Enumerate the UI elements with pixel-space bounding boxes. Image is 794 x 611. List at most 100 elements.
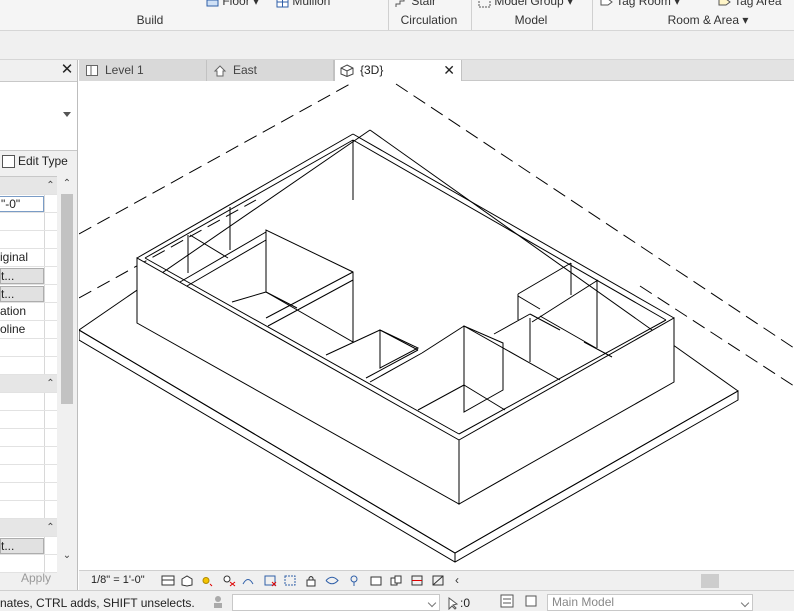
type-selector[interactable] (0, 81, 77, 151)
ribbon: Floor ▾ Mullion Stair Model Group ▾ Tag … (0, 0, 794, 31)
view-scale[interactable]: 1/8" = 1'-0" (91, 574, 145, 586)
workset-icon[interactable] (210, 594, 226, 609)
model-group-button[interactable]: Model Group ▾ (478, 0, 573, 8)
stair-button[interactable]: Stair (395, 0, 436, 8)
properties-scrollbar[interactable]: ⌃ ⌄ (58, 176, 76, 566)
property-group-header[interactable]: ⌃ (0, 375, 57, 393)
collapse-icon[interactable]: ⌃ (44, 519, 57, 536)
floor-plan-icon (86, 65, 98, 77)
edit-type-button[interactable]: Edit Type (2, 154, 68, 172)
filter-icon[interactable] (524, 594, 538, 608)
shadows-icon[interactable] (222, 574, 236, 587)
tab-level-1[interactable]: Level 1 (79, 60, 207, 81)
property-row[interactable]: t... (0, 267, 57, 285)
properties-grid: ⌃ "-0" iginal t... t... ation oline ⌃ ⌃ … (0, 176, 57, 573)
elevation-icon (213, 65, 227, 77)
analytical-model-icon[interactable] (431, 574, 445, 587)
floor-button[interactable]: Floor ▾ (206, 0, 259, 8)
horizontal-scroll-thumb[interactable] (701, 574, 719, 588)
chevron-down-icon: ▾ (742, 13, 749, 27)
collapse-icon[interactable]: ⌃ (44, 177, 57, 194)
editing-requests[interactable]: :0 (446, 596, 470, 611)
temporary-view-properties-icon[interactable] (369, 574, 383, 587)
property-row[interactable]: ation (0, 303, 57, 321)
property-group-header[interactable]: ⌃ (0, 177, 57, 195)
mullion-icon (276, 0, 289, 8)
mullion-button[interactable]: Mullion (276, 0, 330, 8)
property-edit-button[interactable]: t... (0, 538, 44, 554)
ribbon-divider (388, 0, 389, 30)
exterior-walls[interactable] (136, 133, 675, 505)
scroll-down-icon[interactable]: ⌄ (58, 548, 76, 564)
property-row[interactable]: "-0" (0, 195, 57, 213)
reveal-hidden-icon[interactable] (347, 574, 361, 587)
property-row[interactable] (0, 357, 57, 375)
chevron-down-icon[interactable] (63, 112, 71, 117)
property-row[interactable] (0, 465, 57, 483)
property-edit-button[interactable]: t... (0, 286, 44, 302)
model-group-icon (478, 0, 491, 8)
property-row[interactable]: iginal (0, 249, 57, 267)
chevron-left-icon[interactable]: ‹ (455, 573, 459, 587)
tag-area-button[interactable]: Tag Area (718, 0, 782, 8)
close-icon[interactable]: ✕ (60, 62, 74, 78)
property-row[interactable]: t... (0, 285, 57, 303)
status-bar: nates, CTRL adds, SHIFT unselects. :0 Ma… (0, 590, 794, 611)
render-icon[interactable] (241, 574, 255, 587)
model-panel-label[interactable]: Model (500, 13, 562, 27)
view-control-bar: 1/8" = 1'-0" ‹ (79, 570, 794, 590)
tag-room-button[interactable]: Tag Room ▾ (600, 0, 680, 8)
crop-view-icon[interactable] (263, 574, 277, 587)
workset-combo[interactable] (232, 594, 440, 611)
chevron-down-icon: ▾ (674, 0, 681, 8)
tag-area-icon (718, 0, 731, 6)
tag-icon (600, 0, 613, 6)
chevron-down-icon[interactable] (740, 598, 750, 608)
show-constraints-icon[interactable] (410, 574, 424, 587)
design-options-icon[interactable] (500, 594, 514, 608)
property-group-header[interactable]: ⌃ (0, 519, 57, 537)
property-row[interactable] (0, 393, 57, 411)
sun-path-icon[interactable] (199, 574, 213, 587)
apply-button[interactable]: Apply (6, 568, 66, 588)
scroll-thumb[interactable] (61, 194, 73, 404)
collapse-icon[interactable]: ⌃ (44, 375, 57, 392)
options-bar (0, 31, 794, 60)
chevron-down-icon: ▾ (253, 0, 260, 8)
property-row[interactable] (0, 501, 57, 519)
floor-icon (206, 0, 219, 7)
visual-style-icon[interactable] (180, 574, 194, 587)
build-panel-label[interactable]: Build (120, 13, 180, 27)
property-row[interactable] (0, 447, 57, 465)
property-row[interactable] (0, 213, 57, 231)
tab-east[interactable]: East (207, 60, 334, 81)
property-row[interactable]: t... (0, 537, 57, 555)
temporary-hide-icon[interactable] (325, 574, 339, 587)
lock-view-icon[interactable] (304, 574, 318, 587)
status-hint: nates, CTRL adds, SHIFT unselects. (0, 596, 195, 610)
property-row[interactable] (0, 231, 57, 249)
close-icon[interactable]: ✕ (443, 60, 455, 81)
crop-region-icon[interactable] (283, 574, 297, 587)
property-edit-button[interactable]: t... (0, 268, 44, 284)
worksharing-display-icon[interactable] (389, 574, 403, 587)
active-model-combo[interactable]: Main Model (547, 594, 753, 611)
tab-3d[interactable]: {3D} ✕ (334, 60, 462, 81)
room-area-panel-label[interactable]: Room & Area ▾ (662, 13, 754, 27)
3d-model-drawing[interactable] (79, 82, 794, 570)
circulation-panel-label[interactable]: Circulation (392, 13, 466, 27)
3d-viewport[interactable] (79, 82, 794, 570)
edit-type-icon (2, 155, 15, 169)
property-row[interactable] (0, 483, 57, 501)
properties-panel: ✕ Edit Type ⌃ "-0" iginal t... t... atio… (0, 60, 78, 590)
detail-level-icon[interactable] (161, 574, 175, 587)
ribbon-divider (592, 0, 593, 30)
property-row[interactable]: oline (0, 321, 57, 339)
scroll-up-icon[interactable]: ⌃ (58, 176, 76, 192)
stair-icon (395, 0, 405, 7)
property-row[interactable] (0, 339, 57, 357)
property-row[interactable] (0, 429, 57, 447)
3d-view-icon (340, 64, 354, 78)
property-row[interactable] (0, 411, 57, 429)
chevron-down-icon[interactable] (427, 598, 437, 608)
